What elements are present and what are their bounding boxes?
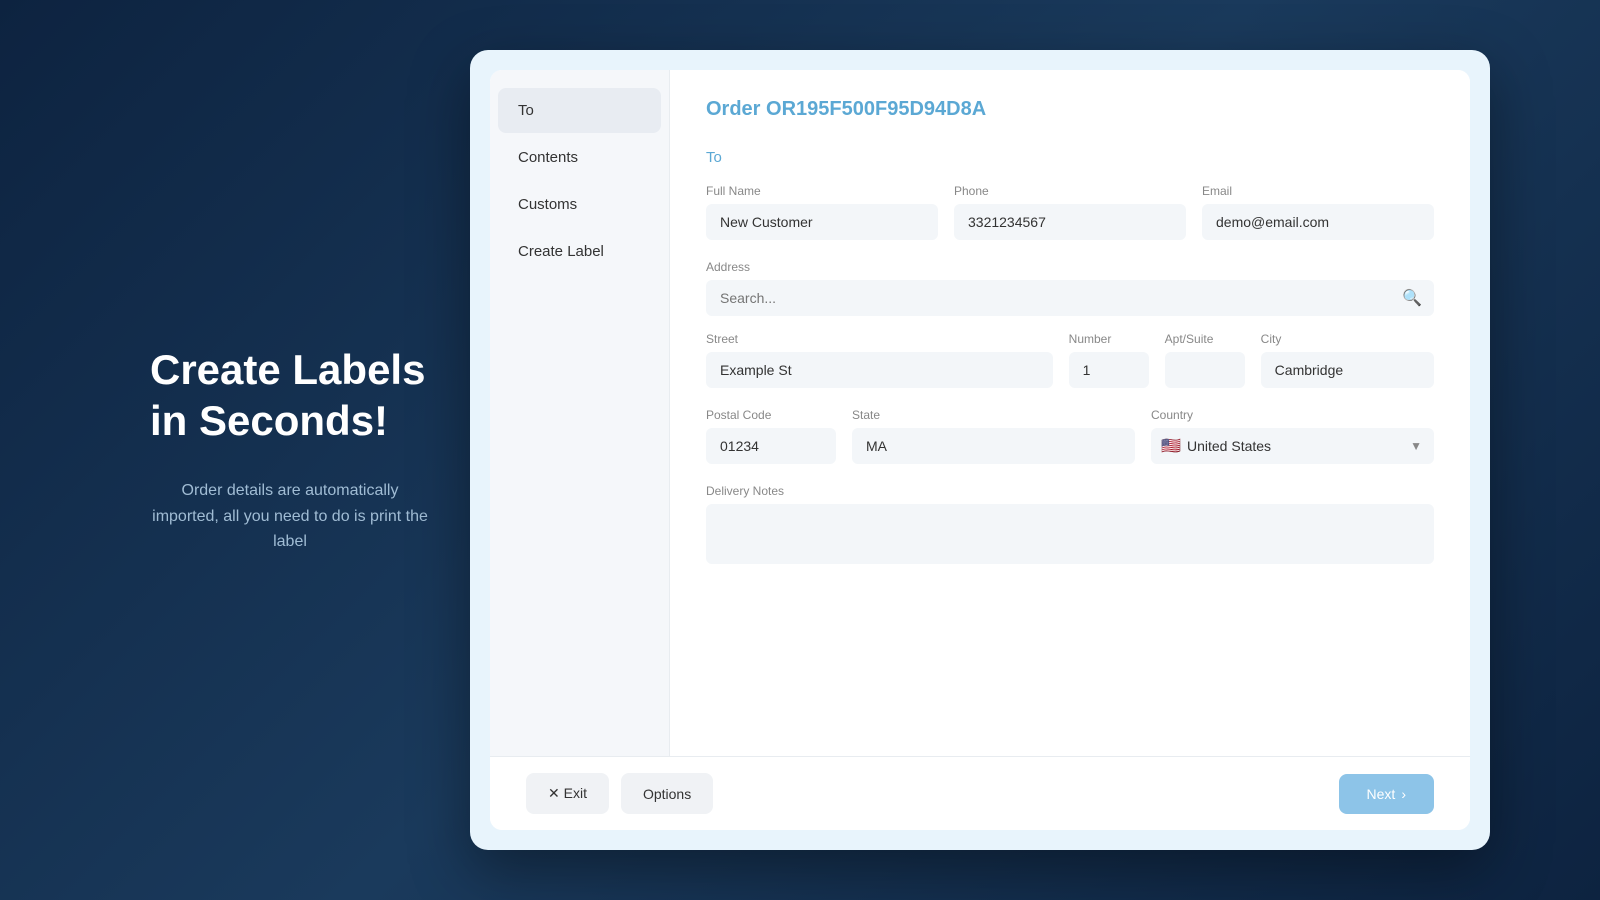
footer-left: ✕ Exit Options <box>526 773 713 814</box>
postal-code-group: Postal Code <box>706 408 836 464</box>
country-select[interactable]: United States Canada United Kingdom <box>1151 428 1434 464</box>
chevron-right-icon: › <box>1401 786 1406 802</box>
state-label: State <box>852 408 1135 422</box>
options-button[interactable]: Options <box>621 773 713 814</box>
exit-button[interactable]: ✕ Exit <box>526 773 609 814</box>
city-input[interactable] <box>1261 352 1434 388</box>
postal-code-label: Postal Code <box>706 408 836 422</box>
address-label: Address <box>706 260 1434 274</box>
email-input[interactable] <box>1202 204 1434 240</box>
apt-suite-input[interactable] <box>1165 352 1245 388</box>
headline: Create Labelsin Seconds! <box>150 345 430 446</box>
email-group: Email <box>1202 184 1434 240</box>
postal-code-input[interactable] <box>706 428 836 464</box>
phone-label: Phone <box>954 184 1186 198</box>
city-label: City <box>1261 332 1434 346</box>
modal-inner: To Contents Customs Create Label Order O… <box>490 70 1470 830</box>
phone-input[interactable] <box>954 204 1186 240</box>
search-icon-button[interactable]: 🔍 <box>1402 288 1422 308</box>
email-label: Email <box>1202 184 1434 198</box>
next-button[interactable]: Next › <box>1339 774 1434 814</box>
address-search-wrapper: 🔍 <box>706 280 1434 316</box>
sidebar-item-customs[interactable]: Customs <box>498 182 661 227</box>
delivery-notes-input[interactable] <box>706 504 1434 564</box>
postal-row: Postal Code State Country 🇺🇸 <box>706 408 1434 464</box>
street-input[interactable] <box>706 352 1053 388</box>
country-select-wrapper: 🇺🇸 United States Canada United Kingdom ▼ <box>1151 428 1434 464</box>
street-label: Street <box>706 332 1053 346</box>
section-title: To <box>706 149 1434 166</box>
order-id: Order OR195F500F95D94D8A <box>706 98 1434 121</box>
sidebar-item-to[interactable]: To <box>498 88 661 133</box>
address-search-input[interactable] <box>706 280 1434 316</box>
delivery-notes-group: Delivery Notes <box>706 484 1434 564</box>
address-section: Address 🔍 Street Number <box>706 260 1434 464</box>
full-name-input[interactable] <box>706 204 938 240</box>
street-group: Street <box>706 332 1053 388</box>
number-label: Number <box>1069 332 1149 346</box>
state-input[interactable] <box>852 428 1135 464</box>
apt-suite-group: Apt/Suite <box>1165 332 1245 388</box>
state-group: State <box>852 408 1135 464</box>
full-name-label: Full Name <box>706 184 938 198</box>
subtext: Order details are automatically imported… <box>150 478 430 555</box>
delivery-notes-label: Delivery Notes <box>706 484 1434 498</box>
phone-group: Phone <box>954 184 1186 240</box>
contact-row: Full Name Phone Email <box>706 184 1434 240</box>
apt-suite-label: Apt/Suite <box>1165 332 1245 346</box>
left-panel: Create Labelsin Seconds! Order details a… <box>110 305 470 595</box>
modal-body: To Contents Customs Create Label Order O… <box>490 70 1470 756</box>
number-group: Number <box>1069 332 1149 388</box>
sidebar: To Contents Customs Create Label <box>490 70 670 756</box>
full-name-group: Full Name <box>706 184 938 240</box>
main-content: Order OR195F500F95D94D8A To Full Name Ph… <box>670 70 1470 756</box>
flag-icon: 🇺🇸 <box>1161 436 1181 456</box>
country-group: Country 🇺🇸 United States Canada United K… <box>1151 408 1434 464</box>
sidebar-item-contents[interactable]: Contents <box>498 135 661 180</box>
modal-wrapper: To Contents Customs Create Label Order O… <box>470 50 1490 850</box>
street-row: Street Number Apt/Suite City <box>706 332 1434 388</box>
modal-footer: ✕ Exit Options Next › <box>490 756 1470 830</box>
sidebar-item-create-label[interactable]: Create Label <box>498 229 661 274</box>
city-group: City <box>1261 332 1434 388</box>
number-input[interactable] <box>1069 352 1149 388</box>
country-label: Country <box>1151 408 1434 422</box>
